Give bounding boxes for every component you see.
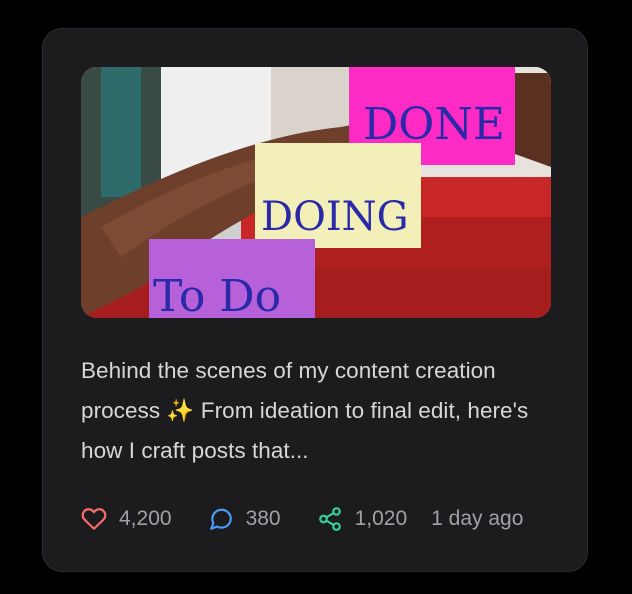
comment-button[interactable]: 380	[208, 506, 281, 532]
share-icon	[317, 506, 343, 532]
post-card[interactable]: DONE DOING To Do Behind the scenes of my…	[42, 28, 588, 572]
share-count: 1,020	[354, 507, 408, 530]
post-stats: 4,200 380 1,020 1 day ago	[81, 505, 523, 533]
like-count: 4,200	[119, 507, 172, 530]
post-image[interactable]: DONE DOING To Do	[81, 67, 551, 318]
heart-icon	[81, 506, 107, 532]
post-timestamp: 1 day ago	[431, 507, 524, 530]
like-button[interactable]: 4,200	[81, 506, 172, 532]
svg-text:To Do: To Do	[153, 271, 281, 318]
comment-count: 380	[245, 507, 281, 530]
post-caption: Behind the scenes of my content creation…	[81, 358, 529, 463]
share-button[interactable]: 1,020	[317, 506, 408, 532]
svg-text:DONE: DONE	[363, 99, 505, 150]
comment-bubble-icon	[208, 506, 234, 532]
svg-text:DOING: DOING	[261, 194, 409, 240]
